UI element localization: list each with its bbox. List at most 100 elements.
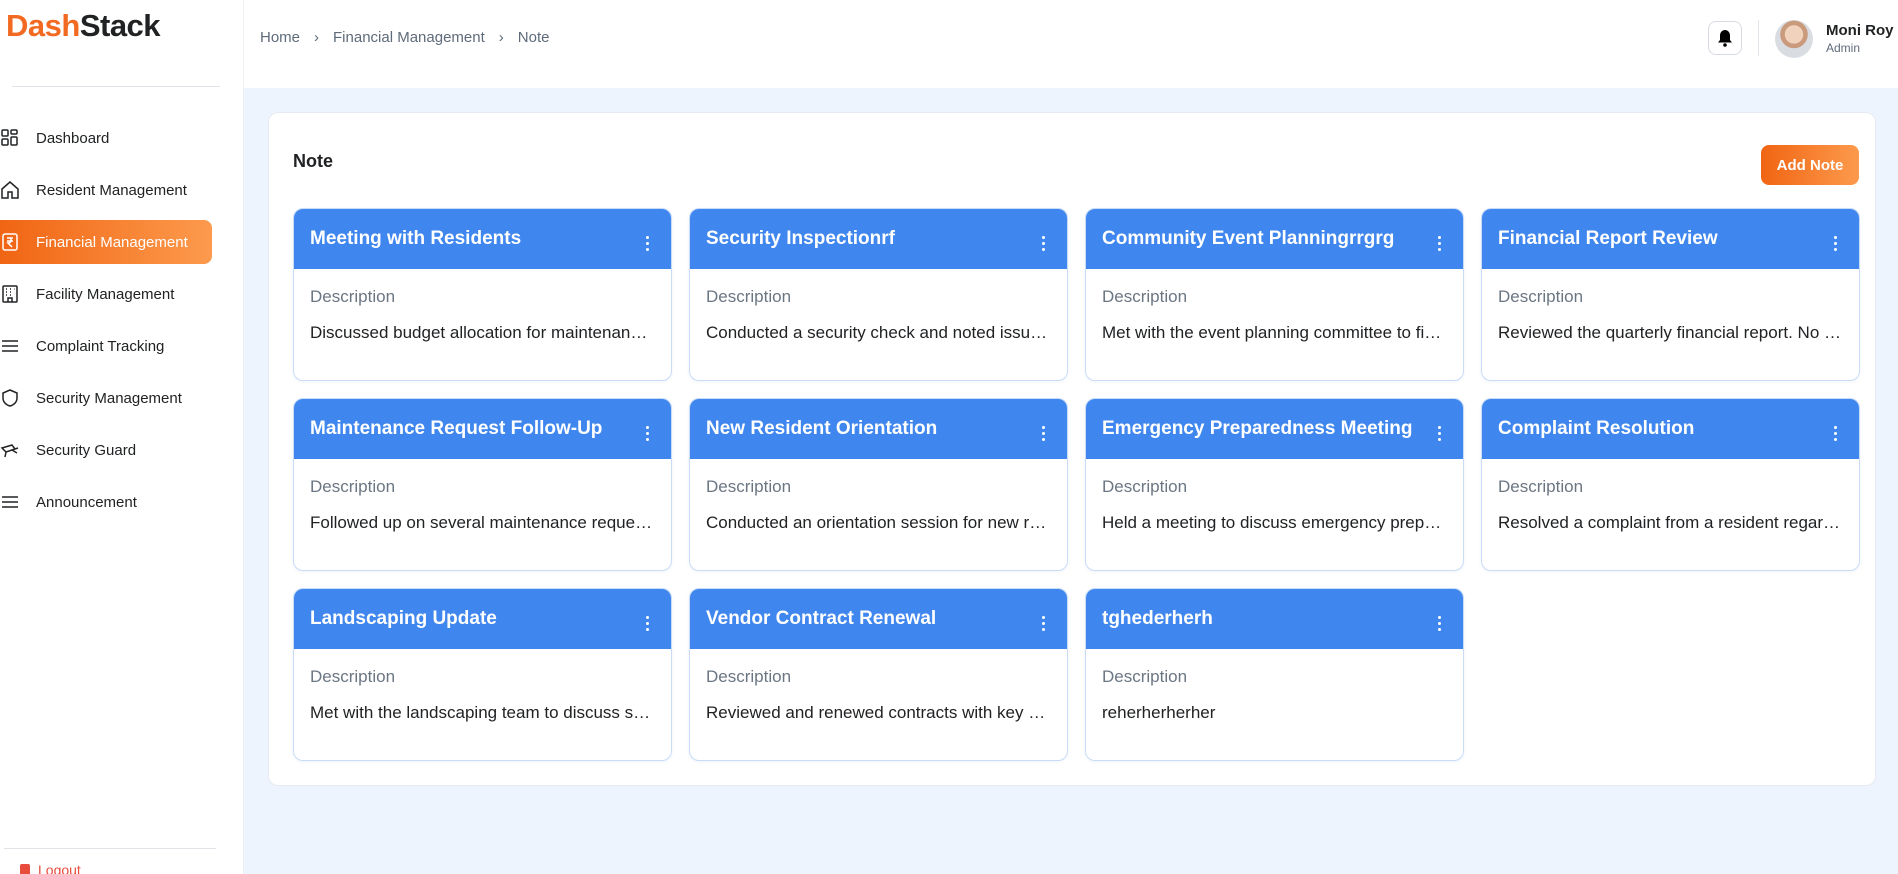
- sidebar-item-security-management[interactable]: Security Management: [0, 376, 244, 420]
- sidebar-item-label: Resident Management: [36, 181, 187, 199]
- note-description: Followed up on several maintenance reque…: [310, 513, 655, 532]
- user-info[interactable]: Moni Roy Admin: [1826, 22, 1894, 55]
- logout-button[interactable]: Logout: [18, 862, 81, 874]
- logout-label: Logout: [38, 862, 81, 874]
- note-card[interactable]: Maintenance Request Follow-Up Descriptio…: [293, 398, 672, 571]
- note-description: Held a meeting to discuss emergency prep…: [1102, 513, 1447, 532]
- sidebar-item-announcement[interactable]: Announcement: [0, 480, 244, 524]
- note-description-label: Description: [1102, 287, 1188, 306]
- sidebar-item-security-guard[interactable]: Security Guard: [0, 428, 244, 472]
- bell-icon: [1718, 30, 1732, 47]
- logout-icon: [20, 864, 30, 874]
- building-icon: [2, 285, 18, 303]
- note-card[interactable]: Emergency Preparedness Meeting Descripti…: [1085, 398, 1464, 571]
- more-options-icon[interactable]: [1431, 233, 1447, 253]
- receipt-icon: [2, 233, 18, 251]
- note-description-label: Description: [1102, 667, 1188, 686]
- sidebar-item-dashboard[interactable]: Dashboard: [0, 116, 244, 160]
- note-card-header: Community Event Planningrrgrg: [1086, 209, 1463, 269]
- logo-part-dash: Dash: [6, 8, 80, 43]
- more-options-icon[interactable]: [1035, 613, 1051, 633]
- notification-button[interactable]: [1708, 21, 1742, 55]
- note-card-body: Description Conducted an orientation ses…: [690, 459, 1067, 533]
- sidebar-nav: Dashboard Resident Management Financial …: [0, 116, 244, 532]
- note-title: Emergency Preparedness Meeting: [1102, 418, 1413, 439]
- note-description-label: Description: [1102, 477, 1188, 496]
- sidebar-item-label: Dashboard: [36, 129, 110, 147]
- more-options-icon[interactable]: [639, 613, 655, 633]
- note-card-body: Description Reviewed the quarterly finan…: [1482, 269, 1859, 343]
- note-card[interactable]: Community Event Planningrrgrg Descriptio…: [1085, 208, 1464, 381]
- app-logo[interactable]: DashStack: [6, 8, 161, 44]
- note-title: Meeting with Residents: [310, 228, 522, 249]
- note-card-body: Description Met with the landscaping tea…: [294, 649, 671, 723]
- note-description-label: Description: [706, 287, 792, 306]
- note-description: Discussed budget allocation for maintena…: [310, 323, 655, 342]
- note-card-header: Vendor Contract Renewal: [690, 589, 1067, 649]
- header-divider: [1758, 20, 1759, 56]
- add-note-button[interactable]: Add Note: [1761, 145, 1859, 185]
- more-options-icon[interactable]: [1431, 613, 1447, 633]
- note-card[interactable]: Vendor Contract Renewal Description Revi…: [689, 588, 1068, 761]
- sidebar-item-complaint-tracking[interactable]: Complaint Tracking: [0, 324, 244, 368]
- note-description: Reviewed the quarterly financial report.…: [1498, 323, 1843, 342]
- breadcrumb: Home › Financial Management › Note: [260, 29, 549, 46]
- logout-divider: [4, 848, 216, 849]
- more-options-icon[interactable]: [1035, 423, 1051, 443]
- note-card[interactable]: New Resident Orientation Description Con…: [689, 398, 1068, 571]
- note-title: Financial Report Review: [1498, 228, 1718, 249]
- more-options-icon[interactable]: [639, 423, 655, 443]
- note-description-label: Description: [310, 287, 396, 306]
- breadcrumb-financial-management[interactable]: Financial Management: [333, 29, 485, 46]
- note-description: Conducted a security check and noted iss…: [706, 323, 1051, 342]
- note-description-label: Description: [310, 667, 396, 686]
- user-role: Admin: [1826, 41, 1861, 55]
- notes-panel: Note Add Note Meeting with Residents Des…: [268, 112, 1876, 786]
- note-card-header: Security Inspectionrf: [690, 209, 1067, 269]
- sidebar-divider: [12, 86, 220, 87]
- note-card[interactable]: Landscaping Update Description Met with …: [293, 588, 672, 761]
- note-card-body: Description Followed up on several maint…: [294, 459, 671, 533]
- note-card[interactable]: Meeting with Residents Description Discu…: [293, 208, 672, 381]
- more-options-icon[interactable]: [1827, 233, 1843, 253]
- logo-part-stack: Stack: [79, 8, 161, 43]
- note-title: Landscaping Update: [310, 608, 497, 629]
- note-description: reherherherher: [1102, 703, 1216, 722]
- note-card-header: Complaint Resolution: [1482, 399, 1859, 459]
- sidebar-item-label: Financial Management: [36, 233, 188, 251]
- note-card[interactable]: tghederherh Description reherherherher: [1085, 588, 1464, 761]
- sidebar-item-label: Facility Management: [36, 285, 175, 303]
- note-card-body: Description reherherherher: [1086, 649, 1463, 723]
- sidebar-item-resident-management[interactable]: Resident Management: [0, 168, 244, 212]
- note-title: tghederherh: [1102, 608, 1213, 629]
- note-card-header: Landscaping Update: [294, 589, 671, 649]
- note-description-label: Description: [310, 477, 396, 496]
- shield-icon: [2, 389, 18, 407]
- more-options-icon[interactable]: [1827, 423, 1843, 443]
- note-description-label: Description: [1498, 477, 1584, 496]
- sidebar-item-facility-management[interactable]: Facility Management: [0, 272, 244, 316]
- more-options-icon[interactable]: [639, 233, 655, 253]
- sidebar-item-label: Security Guard: [36, 441, 137, 459]
- user-name: Moni Roy: [1826, 22, 1894, 39]
- note-card[interactable]: Complaint Resolution Description Resolve…: [1481, 398, 1860, 571]
- guard-icon: [0, 444, 19, 458]
- more-options-icon[interactable]: [1035, 233, 1051, 253]
- note-card-body: Description Conducted a security check a…: [690, 269, 1067, 343]
- list-icon: [2, 340, 18, 352]
- note-title: Community Event Planningrrgrg: [1102, 228, 1395, 249]
- sidebar-item-financial-management[interactable]: Financial Management: [0, 220, 212, 264]
- note-card[interactable]: Security Inspectionrf Description Conduc…: [689, 208, 1068, 381]
- more-options-icon[interactable]: [1431, 423, 1447, 443]
- note-card-body: Description Resolved a complaint from a …: [1482, 459, 1859, 533]
- note-description-label: Description: [706, 477, 792, 496]
- avatar[interactable]: [1775, 20, 1813, 58]
- note-card-body: Description Held a meeting to discuss em…: [1086, 459, 1463, 533]
- breadcrumb-home[interactable]: Home: [260, 29, 300, 46]
- breadcrumb-note: Note: [517, 29, 550, 46]
- page-title: Note: [293, 151, 333, 171]
- home-icon: [1, 181, 19, 199]
- note-card-body: Description Reviewed and renewed contrac…: [690, 649, 1067, 723]
- note-card[interactable]: Financial Report Review Description Revi…: [1481, 208, 1860, 381]
- note-description-label: Description: [1498, 287, 1584, 306]
